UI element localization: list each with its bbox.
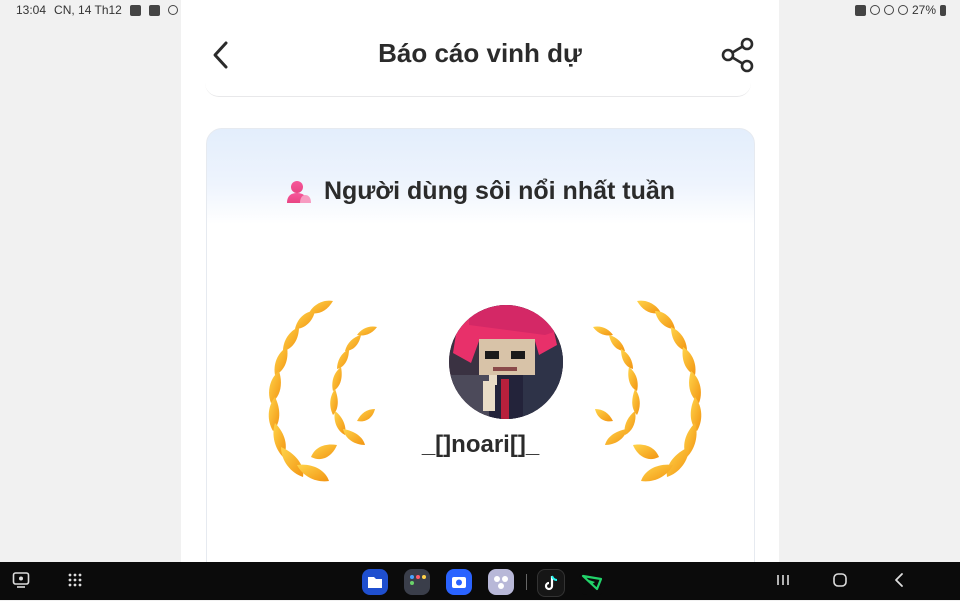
card-title: Người dùng sôi nổi nhất tuần [323, 177, 676, 205]
honor-card: Người dùng sôi nổi nhất tuần _[]noari[]_ [206, 128, 755, 590]
game-launcher-icon[interactable] [488, 569, 514, 595]
honor-report-panel: Báo cáo vinh dự Người dùng sôi nổi nhất … [181, 0, 779, 590]
apps-folder-icon[interactable] [404, 569, 430, 595]
cast-icon [148, 4, 160, 16]
username[interactable]: _[]noari[]_ [207, 431, 754, 459]
home-icon[interactable] [832, 572, 848, 593]
camera-icon[interactable] [446, 569, 472, 595]
sim-icon [854, 4, 866, 16]
video-player-icon[interactable] [579, 569, 605, 595]
header-divider [205, 82, 751, 97]
taskbar [0, 562, 960, 600]
recent-apps-icon[interactable] [776, 572, 790, 593]
tiktok-icon[interactable] [537, 569, 565, 597]
battery-icon [940, 4, 946, 16]
mute-icon [883, 5, 894, 15]
page-title: Báo cáo vinh dự [378, 38, 582, 68]
avatar-image [449, 305, 563, 419]
do-not-disturb-icon [167, 5, 178, 15]
battery-level: 27% [911, 3, 936, 17]
card-header: Người dùng sôi nổi nhất tuần [207, 177, 754, 206]
status-date: CN, 14 Th12 [54, 3, 122, 17]
share-button[interactable] [719, 36, 757, 74]
taskbar-divider [526, 574, 527, 590]
notification-icon [129, 4, 141, 16]
files-icon[interactable] [362, 569, 388, 595]
screen-capture-icon[interactable] [12, 571, 30, 594]
bluetooth-icon [869, 5, 880, 15]
app-drawer-icon[interactable] [67, 572, 83, 593]
share-icon [721, 37, 754, 73]
avatar[interactable] [449, 305, 563, 419]
status-time: 13:04 [16, 3, 47, 17]
user-icon [286, 180, 311, 203]
back-icon[interactable] [892, 572, 906, 593]
wifi-icon [897, 5, 908, 15]
